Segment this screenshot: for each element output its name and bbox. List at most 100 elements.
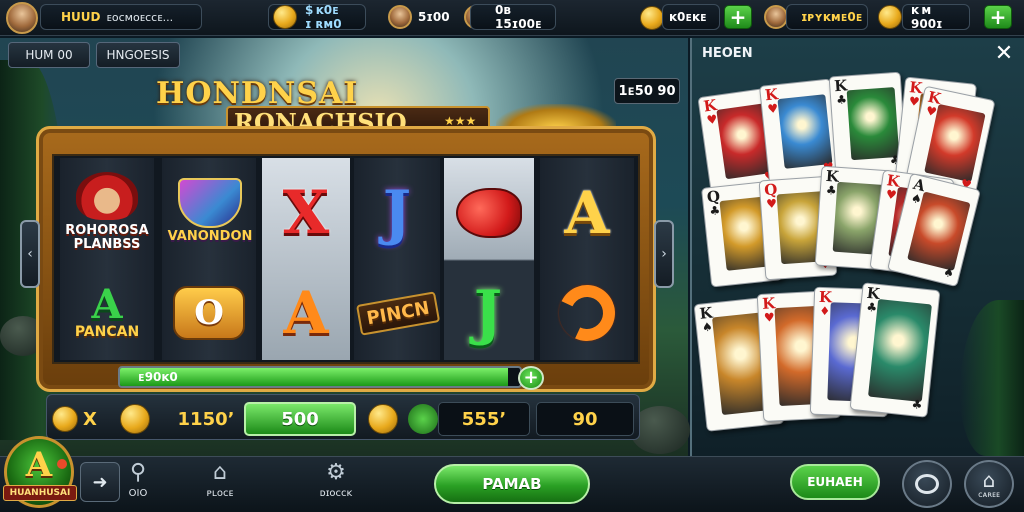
- secondary-button-label: EUHAEH: [807, 475, 863, 489]
- chat-button[interactable]: [902, 460, 952, 508]
- orange-curve-icon: [551, 277, 623, 349]
- multiplier-label: X: [83, 408, 97, 430]
- currency-2-value: ᴋ0ᴇᴋᴇ: [669, 10, 707, 24]
- house-icon: ⌂: [982, 467, 996, 492]
- add-currency-2-button[interactable]: +: [724, 5, 752, 29]
- nav-settings[interactable]: ⚙ ᴅɪᴏᴄᴄᴋ: [306, 460, 366, 508]
- pirate-avatar-icon: [388, 5, 412, 29]
- nav-home[interactable]: ⌂ ᴘʟᴏᴄᴇ: [190, 460, 250, 508]
- card-suit-icon: ♠: [941, 264, 956, 281]
- symbol-pincn: PINCN: [348, 269, 448, 357]
- card-suit-icon: ♥: [908, 94, 921, 110]
- home-round-button[interactable]: ⌂ ᴄᴀʀᴇᴇ: [964, 460, 1014, 508]
- red-fish-icon: [456, 188, 522, 238]
- hero-avatar-icon: [764, 5, 788, 29]
- logo-notification-dot: [57, 459, 67, 469]
- currency-3-value: ɪᴘʏᴋᴍᴇ0ᴇ: [801, 10, 863, 24]
- gold-ring-icon: O: [173, 286, 245, 340]
- symbol-7-label: PANCAN: [74, 324, 140, 340]
- gear-icon: ⚙: [326, 460, 346, 485]
- currency-1-value: $ ᴋ0ᴇ ɪ ʀᴍ0: [305, 3, 342, 31]
- card-suit-icon: ♥: [766, 101, 779, 117]
- symbol-pancan: A PANCAN: [60, 270, 154, 354]
- card-suit-icon: ♥: [884, 187, 898, 203]
- tab-hum[interactable]: HUM 00: [8, 42, 90, 68]
- symbol-vanondon: VANONDON: [164, 168, 256, 254]
- tab-hum-label: HUM 00: [25, 48, 73, 62]
- card-suit-icon: ♦: [819, 303, 831, 319]
- currency-pill-3[interactable]: ɪᴘʏᴋᴍᴇ0ᴇ: [786, 4, 868, 30]
- tab-hngoesis[interactable]: HNGOESIS: [96, 42, 180, 68]
- currency-4-value: ᴋ ᴍ 900ɪ: [911, 3, 943, 31]
- player-name: HUUD: [61, 10, 101, 24]
- player-panel[interactable]: HUUD ᴇᴏᴄᴍᴏᴇᴄᴄᴇ...: [40, 4, 202, 30]
- currency-pill-2[interactable]: ᴋ0ᴇᴋᴇ: [662, 4, 720, 30]
- card-suit-icon: ♥: [765, 196, 778, 212]
- symbol-arrow-icon: [544, 272, 630, 354]
- bet-button[interactable]: 500: [244, 402, 356, 436]
- card-suit-icon: ♥: [763, 310, 776, 325]
- stat-1-value: 5ɪ00: [418, 10, 450, 24]
- bet-button-label: 500: [281, 408, 319, 430]
- progress-add-button[interactable]: +: [518, 366, 544, 390]
- total-value: 90: [572, 408, 598, 430]
- coin-icon: [273, 5, 297, 29]
- home-icon: ⌂: [213, 460, 227, 485]
- pincn-banner: PINCN: [356, 290, 440, 336]
- tab-hngoesis-label: HNGOESIS: [106, 48, 170, 62]
- close-icon[interactable]: ✕: [992, 42, 1016, 66]
- card-suit-icon: ♠: [701, 319, 714, 335]
- symbol-1-label: ROHOROSA PLANBSS: [65, 223, 149, 252]
- stat-2-value: 0ʙ 15ɪ00ᴇ: [495, 3, 542, 31]
- card-suit-icon: ♣: [865, 299, 878, 315]
- currency-pill-1[interactable]: $ ᴋ0ᴇ ɪ ʀᴍ0: [268, 3, 366, 31]
- card-artwork: [867, 298, 932, 403]
- shield-icon: [178, 178, 242, 228]
- symbol-10-label: PINCN: [365, 297, 431, 329]
- green-a-icon: A: [91, 281, 123, 328]
- gold-bag-icon: [640, 6, 664, 30]
- player-avatar[interactable]: [6, 2, 38, 34]
- card-suit-icon: ♣: [825, 182, 838, 198]
- playing-card[interactable]: K♣♣: [849, 282, 941, 418]
- coin-icon: [120, 404, 150, 434]
- symbol-a-orange: A: [283, 279, 329, 347]
- symbol-pirate-portrait: ROHOROSA PLANBSS: [64, 166, 150, 258]
- chat-icon: [915, 474, 939, 494]
- card-suit-icon: ♣: [910, 397, 924, 413]
- nav-search[interactable]: ⚲ OIO: [108, 460, 168, 508]
- symbol-fish-icon: [448, 168, 530, 258]
- secondary-action-button[interactable]: EUHAEH: [790, 464, 880, 500]
- jackpot-counter: 1ᴇ50 90: [614, 78, 680, 104]
- reel-right-arrow-button[interactable]: ›: [654, 220, 674, 288]
- nav-home-label: ᴘʟᴏᴄᴇ: [206, 488, 234, 499]
- game-logo-badge[interactable]: A HUANHUSAI: [3, 436, 77, 508]
- symbol-o-ring: O: [168, 272, 250, 354]
- stat-pill-2[interactable]: 0ʙ 15ɪ00ᴇ: [470, 3, 556, 31]
- pirate-hat-icon: [76, 172, 138, 220]
- card-artwork: [846, 87, 900, 161]
- card-suit-icon: ♥: [705, 111, 719, 128]
- progress-bar: ᴇ90ᴋ0: [118, 366, 522, 388]
- symbol-2-label: VANONDON: [167, 229, 253, 244]
- nav-search-label: OIO: [128, 488, 148, 499]
- search-icon: ⚲: [129, 460, 147, 485]
- arrow-right-icon: ➜: [92, 471, 108, 493]
- reel-left-arrow-button[interactable]: ‹: [20, 220, 40, 288]
- clover-icon: [408, 404, 438, 434]
- play-button-label: PAMAB: [482, 475, 542, 493]
- symbol-x: X: [282, 178, 330, 248]
- card-panel-title: HEOEN: [702, 46, 753, 61]
- win-value-box: 555’: [438, 402, 530, 436]
- play-button[interactable]: PAMAB: [434, 464, 590, 504]
- coin-icon: [368, 404, 398, 434]
- card-suit-icon: ♣: [708, 203, 721, 219]
- win-value: 555’: [461, 408, 507, 430]
- add-currency-4-button[interactable]: +: [984, 5, 1012, 29]
- logo-word: HUANHUSAI: [3, 485, 77, 501]
- coin-stack-icon: [52, 406, 78, 432]
- home-round-label: ᴄᴀʀᴇᴇ: [978, 489, 1000, 499]
- top-bar: HUUD ᴇᴏᴄᴍᴏᴇᴄᴄᴇ... $ ᴋ0ᴇ ɪ ʀᴍ0 5ɪ00 0ʙ 15…: [0, 0, 1024, 36]
- currency-pill-4[interactable]: ᴋ ᴍ 900ɪ: [902, 3, 970, 31]
- nav-settings-label: ᴅɪᴏᴄᴄᴋ: [319, 488, 353, 499]
